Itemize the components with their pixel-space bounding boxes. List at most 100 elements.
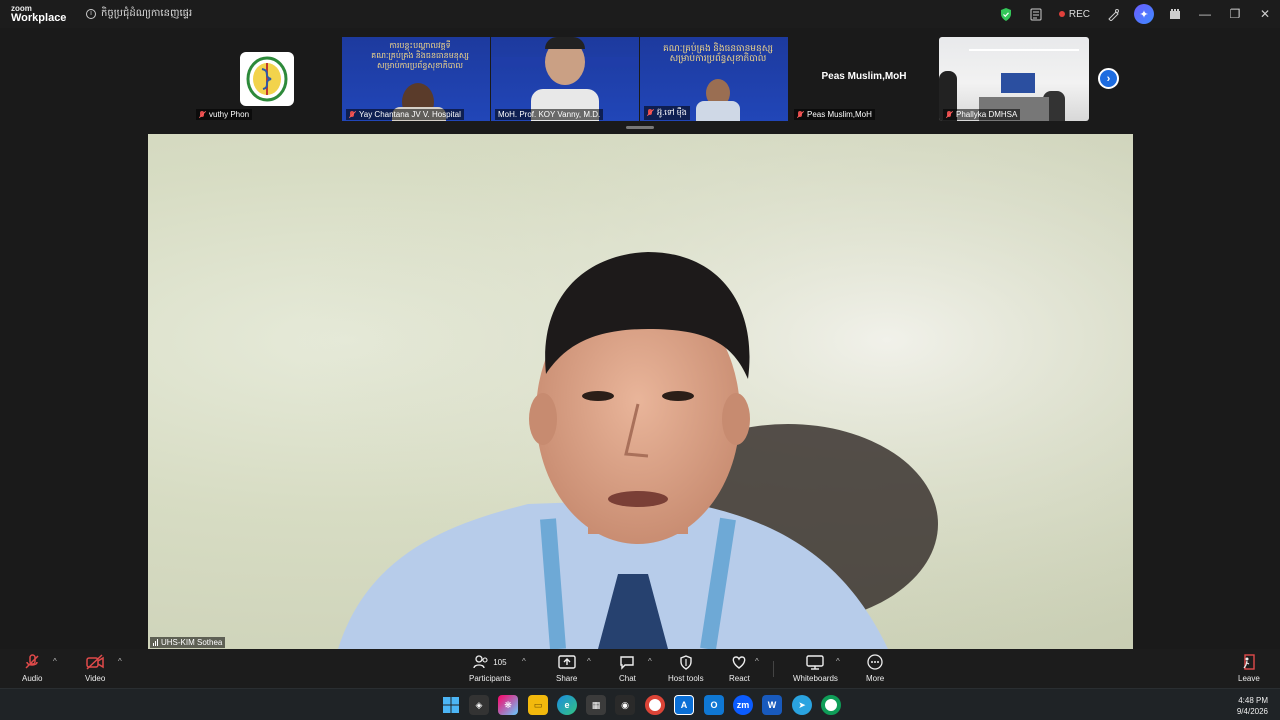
word-icon[interactable]: W (762, 695, 782, 715)
share-label: Share (556, 674, 578, 683)
gallery-tile-phallyka[interactable]: Phallyka DMHSA (939, 37, 1089, 121)
windows-start-icon[interactable] (441, 695, 461, 715)
react-button[interactable]: React (729, 653, 750, 683)
shield-icon (679, 653, 693, 671)
ai-companion-icon[interactable]: ✦ (1134, 4, 1154, 24)
meeting-info-button[interactable]: i កិច្ចប្រជុំដំណ្យកានេញផ្ទេរ (86, 6, 192, 21)
gallery-tile-koy-vanny[interactable]: MoH. Prof. KOY Vanny, M.D. (491, 37, 639, 121)
edge-icon[interactable]: e (557, 695, 577, 715)
participant-name-tag: Peas Muslim,MoH (794, 109, 875, 120)
mic-muted-icon (946, 110, 953, 119)
participant-name: អ៊ូ.ទៅ ម៉ឹង (657, 108, 687, 117)
meeting-controls: Audio ^ Video ^ 105 Participants ^ Share… (0, 649, 1280, 688)
gallery-tile-peas-muslim[interactable]: Peas Muslim,MoH Peas Muslim,MoH (790, 37, 938, 121)
chrome-profile-icon[interactable] (821, 695, 841, 715)
participant-name-tag: vuthy Phon (196, 109, 253, 120)
rec-dot-icon (1058, 11, 1065, 17)
active-speaker-video[interactable]: UHS-KIM Sothea (148, 134, 1133, 649)
azure-icon[interactable]: A (674, 695, 694, 715)
minimize-icon[interactable]: — (1190, 0, 1220, 28)
video-label: Video (85, 674, 106, 683)
participants-button[interactable]: 105 Participants (469, 653, 511, 683)
gallery-tile-participant-4[interactable]: គណៈគ្រប់គ្រង និងធនធានមនុស្ស សម្រាប់ការ​ប្… (640, 37, 788, 121)
participant-name: MoH. Prof. KOY Vanny, M.D. (498, 110, 601, 119)
chat-label: Chat (619, 674, 636, 683)
share-options-caret[interactable]: ^ (587, 657, 591, 666)
participants-count: 105 (493, 657, 507, 667)
brand-line2: Workplace (11, 12, 67, 24)
toolbar-divider (773, 661, 774, 677)
mic-muted-icon (24, 653, 40, 671)
gallery-resize-handle[interactable] (626, 126, 654, 129)
system-clock[interactable]: 4:48 PM 9/4/2026 (1237, 695, 1268, 717)
participant-name: vuthy Phon (209, 110, 250, 119)
notes-icon[interactable] (1025, 3, 1047, 25)
rec-label: REC (1068, 8, 1090, 20)
restore-icon[interactable]: ❐ (1220, 0, 1250, 28)
mic-muted-icon (349, 110, 356, 119)
next-page-button[interactable]: › (1098, 68, 1119, 89)
signal-strength-icon (153, 639, 158, 646)
file-explorer-icon[interactable]: ▭ (528, 695, 548, 715)
mic-muted-icon (797, 110, 804, 119)
participant-name-tag: Phallyka DMHSA (943, 109, 1021, 120)
telegram-icon[interactable]: ➤ (792, 695, 812, 715)
windows-taskbar: ◈ ❋ ▭ e ▦ ◉ A O zm W ➤ 4:48 PM 9/4/2026 (0, 688, 1280, 720)
participant-name: Yay Chantana JV V. Hospital (359, 110, 461, 119)
clock-date: 9/4/2026 (1236, 707, 1268, 716)
leave-button[interactable]: Leave (1238, 653, 1260, 683)
react-options-caret[interactable]: ^ (755, 657, 759, 666)
video-button[interactable]: Video (85, 653, 105, 683)
security-shield-icon[interactable] (995, 3, 1017, 25)
audio-options-caret[interactable]: ^ (53, 657, 57, 666)
speaker-name-tag: UHS-KIM Sothea (150, 637, 226, 648)
heart-icon (731, 653, 747, 671)
share-screen-icon (557, 653, 576, 671)
gallery-tile-yay-chantana[interactable]: ការបន្តុះបណ្តាលវគ្គទី គណៈគ្រប់គ្រង និងធនធ… (342, 37, 490, 121)
store-icon[interactable]: ▦ (586, 695, 606, 715)
annotate-icon[interactable] (1102, 3, 1124, 25)
outlook-icon[interactable]: O (704, 695, 724, 715)
whiteboard-icon (806, 653, 825, 671)
widgets-app-icon[interactable]: ◈ (469, 695, 489, 715)
react-label: React (729, 674, 750, 683)
audio-button[interactable]: Audio (22, 653, 42, 683)
whiteboards-label: Whiteboards (793, 674, 838, 683)
leave-label: Leave (1238, 674, 1260, 683)
whiteboards-options-caret[interactable]: ^ (836, 657, 840, 666)
host-tools-button[interactable]: Host tools (668, 653, 704, 683)
ministry-logo (240, 52, 294, 106)
leave-icon (1241, 653, 1257, 671)
meeting-title: កិច្ចប្រជុំដំណ្យកានេញផ្ទេរ (101, 8, 193, 19)
participant-name: Peas Muslim,MoH (807, 110, 872, 119)
copilot-icon[interactable]: ❋ (498, 695, 518, 715)
participant-display-name: Peas Muslim,MoH (821, 71, 907, 82)
more-label: More (866, 674, 885, 683)
participant-name-tag: Yay Chantana JV V. Hospital (346, 109, 464, 120)
mic-muted-icon (199, 110, 206, 119)
zoom-icon[interactable]: zm (733, 695, 753, 715)
more-button[interactable]: More (866, 653, 884, 683)
github-icon[interactable]: ◉ (615, 695, 635, 715)
apps-icon[interactable] (1164, 3, 1186, 25)
close-icon[interactable]: ✕ (1250, 0, 1280, 28)
participant-name-tag: អ៊ូ.ទៅ ម៉ឹង (644, 106, 690, 120)
speaker-video-frame (148, 134, 1133, 649)
chrome-icon[interactable] (645, 695, 665, 715)
chat-button[interactable]: Chat (619, 653, 636, 683)
title-bar: zoom Workplace i កិច្ចប្រជុំដំណ្យកានេញផ្… (0, 0, 1280, 28)
gallery-strip: vuthy Phon ការបន្តុះបណ្តាលវគ្គទី គណៈគ្រប់… (0, 28, 1280, 128)
speaker-name: UHS-KIM Sothea (161, 638, 223, 647)
video-options-caret[interactable]: ^ (118, 657, 122, 666)
participants-icon: 105 (473, 653, 507, 671)
mic-muted-icon (647, 109, 654, 117)
whiteboards-button[interactable]: Whiteboards (793, 653, 838, 683)
host-tools-label: Host tools (668, 674, 704, 683)
recording-indicator[interactable]: REC (1058, 8, 1090, 20)
chat-options-caret[interactable]: ^ (648, 657, 652, 666)
info-icon: i (86, 8, 96, 19)
share-button[interactable]: Share (556, 653, 577, 683)
more-icon (867, 653, 883, 671)
participants-options-caret[interactable]: ^ (522, 657, 526, 666)
zoom-workplace-logo: zoom Workplace (11, 4, 67, 24)
